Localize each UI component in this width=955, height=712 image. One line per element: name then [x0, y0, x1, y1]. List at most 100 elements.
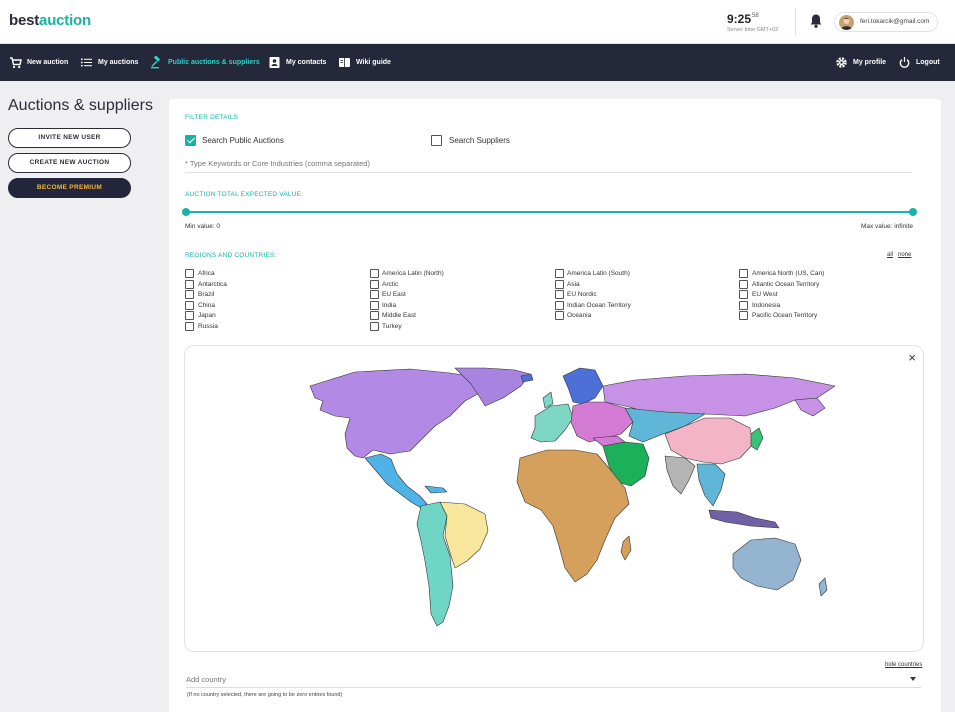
regions-label: REGIONS AND COUNTRIES: — [185, 252, 277, 259]
region-label: Brazil — [198, 291, 215, 298]
region-north-america[interactable] — [309, 368, 486, 459]
become-premium-button[interactable]: BECOME PREMIUM — [8, 178, 131, 198]
nav-label: My auctions — [98, 59, 139, 66]
value-slider-max-handle[interactable] — [909, 208, 917, 216]
create-new-auction-button[interactable]: CREATE NEW AUCTION — [8, 153, 131, 173]
search-public-auctions-checkbox[interactable] — [185, 135, 196, 146]
region-checkbox[interactable] — [739, 280, 748, 289]
region-label: America North (US, Can) — [752, 270, 825, 277]
region-oceania[interactable] — [732, 537, 802, 591]
add-country-input[interactable] — [186, 671, 921, 688]
filter-details-label: FILTER DETAILS — [185, 114, 239, 121]
region-checkbox[interactable] — [370, 311, 379, 320]
filter-card: FILTER DETAILS Search Public Auctions Se… — [169, 99, 941, 712]
region-checkbox[interactable] — [555, 290, 564, 299]
search-suppliers-checkbox[interactable] — [431, 135, 442, 146]
region-checkbox[interactable] — [555, 311, 564, 320]
nav-label: Logout — [916, 59, 940, 66]
value-slider-min-handle[interactable] — [182, 208, 190, 216]
region-india[interactable] — [664, 455, 696, 495]
region-caribbean[interactable] — [424, 485, 448, 494]
invite-new-user-button[interactable]: INVITE NEW USER — [8, 128, 131, 148]
region-checkbox[interactable] — [370, 280, 379, 289]
gavel-icon — [151, 56, 161, 69]
region-southeast-asia[interactable] — [696, 463, 726, 507]
region-russia-east[interactable] — [794, 397, 826, 417]
clock-timezone: Server time GMT+02 — [727, 27, 779, 33]
region-japan[interactable] — [750, 427, 764, 451]
top-bar: bestauction 9:2558 Server time GMT+02 fe… — [0, 0, 955, 44]
power-icon — [899, 57, 910, 68]
region-label: Antarctica — [198, 281, 227, 288]
region-checkbox[interactable] — [185, 269, 194, 278]
region-label: Russia — [198, 323, 218, 330]
region-checkbox[interactable] — [555, 269, 564, 278]
nav-label: Public auctions & suppliers — [168, 59, 260, 66]
server-clock: 9:2558 Server time GMT+02 — [727, 10, 778, 33]
region-label: EU East — [382, 291, 406, 298]
region-checkbox[interactable] — [555, 280, 564, 289]
select-all-link[interactable]: all — [887, 252, 893, 258]
region-checkbox[interactable] — [185, 280, 194, 289]
region-label: America Latin (South) — [567, 270, 630, 277]
brand-part-2: auction — [39, 12, 91, 29]
region-checkbox[interactable] — [555, 301, 564, 310]
nav-new-auction[interactable]: New auction — [9, 44, 68, 81]
world-map-svg — [309, 367, 836, 627]
region-label: Indian Ocean Territory — [567, 302, 631, 309]
region-checkbox[interactable] — [185, 301, 194, 310]
hide-countries-link[interactable]: hide countries — [885, 662, 922, 668]
region-europe-west[interactable] — [530, 403, 574, 443]
region-new-zealand[interactable] — [818, 577, 828, 597]
search-public-auctions-label: Search Public Auctions — [202, 136, 284, 145]
region-label: EU West — [752, 291, 778, 298]
book-icon — [339, 58, 350, 67]
user-menu[interactable]: feri.tokarcik@gmail.com — [834, 12, 938, 32]
region-checkbox[interactable] — [739, 301, 748, 310]
region-checkbox[interactable] — [370, 322, 379, 331]
nav-my-auctions[interactable]: My auctions — [80, 44, 138, 81]
brand-logo[interactable]: bestauction — [9, 12, 91, 29]
region-label: Japan — [198, 312, 216, 319]
nav-wiki-guide[interactable]: Wiki guide — [338, 44, 391, 81]
value-slider-track[interactable] — [186, 211, 913, 213]
region-label: Arctic — [382, 281, 399, 288]
page-title: Auctions & suppliers — [8, 97, 153, 114]
clock-seconds: 58 — [752, 12, 759, 19]
clock-time: 9:25 — [727, 12, 752, 26]
contact-card-icon — [269, 57, 280, 68]
region-label: Africa — [198, 270, 215, 277]
user-email: feri.tokarcik@gmail.com — [860, 18, 930, 25]
region-indonesia[interactable] — [708, 509, 780, 529]
region-europe-nordic[interactable] — [562, 367, 604, 405]
bell-icon[interactable] — [809, 13, 823, 29]
select-none-link[interactable]: none — [898, 252, 911, 258]
region-checkbox[interactable] — [370, 290, 379, 299]
cart-icon — [10, 57, 22, 69]
main-nav: New auction My auctions Public auctions … — [0, 44, 955, 81]
region-central-america[interactable] — [364, 453, 428, 509]
nav-my-profile[interactable]: My profile — [835, 44, 886, 81]
gear-icon — [836, 57, 847, 68]
region-label: Pacific Ocean Territory — [752, 312, 818, 319]
keywords-input[interactable] — [185, 155, 912, 173]
region-checkbox[interactable] — [370, 301, 379, 310]
region-checkbox[interactable] — [185, 322, 194, 331]
region-checkbox[interactable] — [739, 311, 748, 320]
region-checkbox[interactable] — [185, 311, 194, 320]
region-checkbox[interactable] — [739, 290, 748, 299]
region-checkbox[interactable] — [185, 290, 194, 299]
nav-public-auctions[interactable]: Public auctions & suppliers — [150, 44, 260, 81]
chevron-down-icon[interactable] — [910, 677, 916, 681]
region-uk[interactable] — [542, 391, 554, 409]
region-madagascar[interactable] — [620, 535, 632, 561]
region-europe-east[interactable] — [570, 401, 634, 443]
world-map: × — [184, 345, 924, 652]
region-label: Oceania — [567, 312, 592, 319]
list-icon — [81, 58, 92, 67]
close-icon[interactable]: × — [908, 350, 916, 365]
region-checkbox[interactable] — [739, 269, 748, 278]
nav-logout[interactable]: Logout — [898, 44, 940, 81]
nav-my-contacts[interactable]: My contacts — [268, 44, 326, 81]
region-checkbox[interactable] — [370, 269, 379, 278]
